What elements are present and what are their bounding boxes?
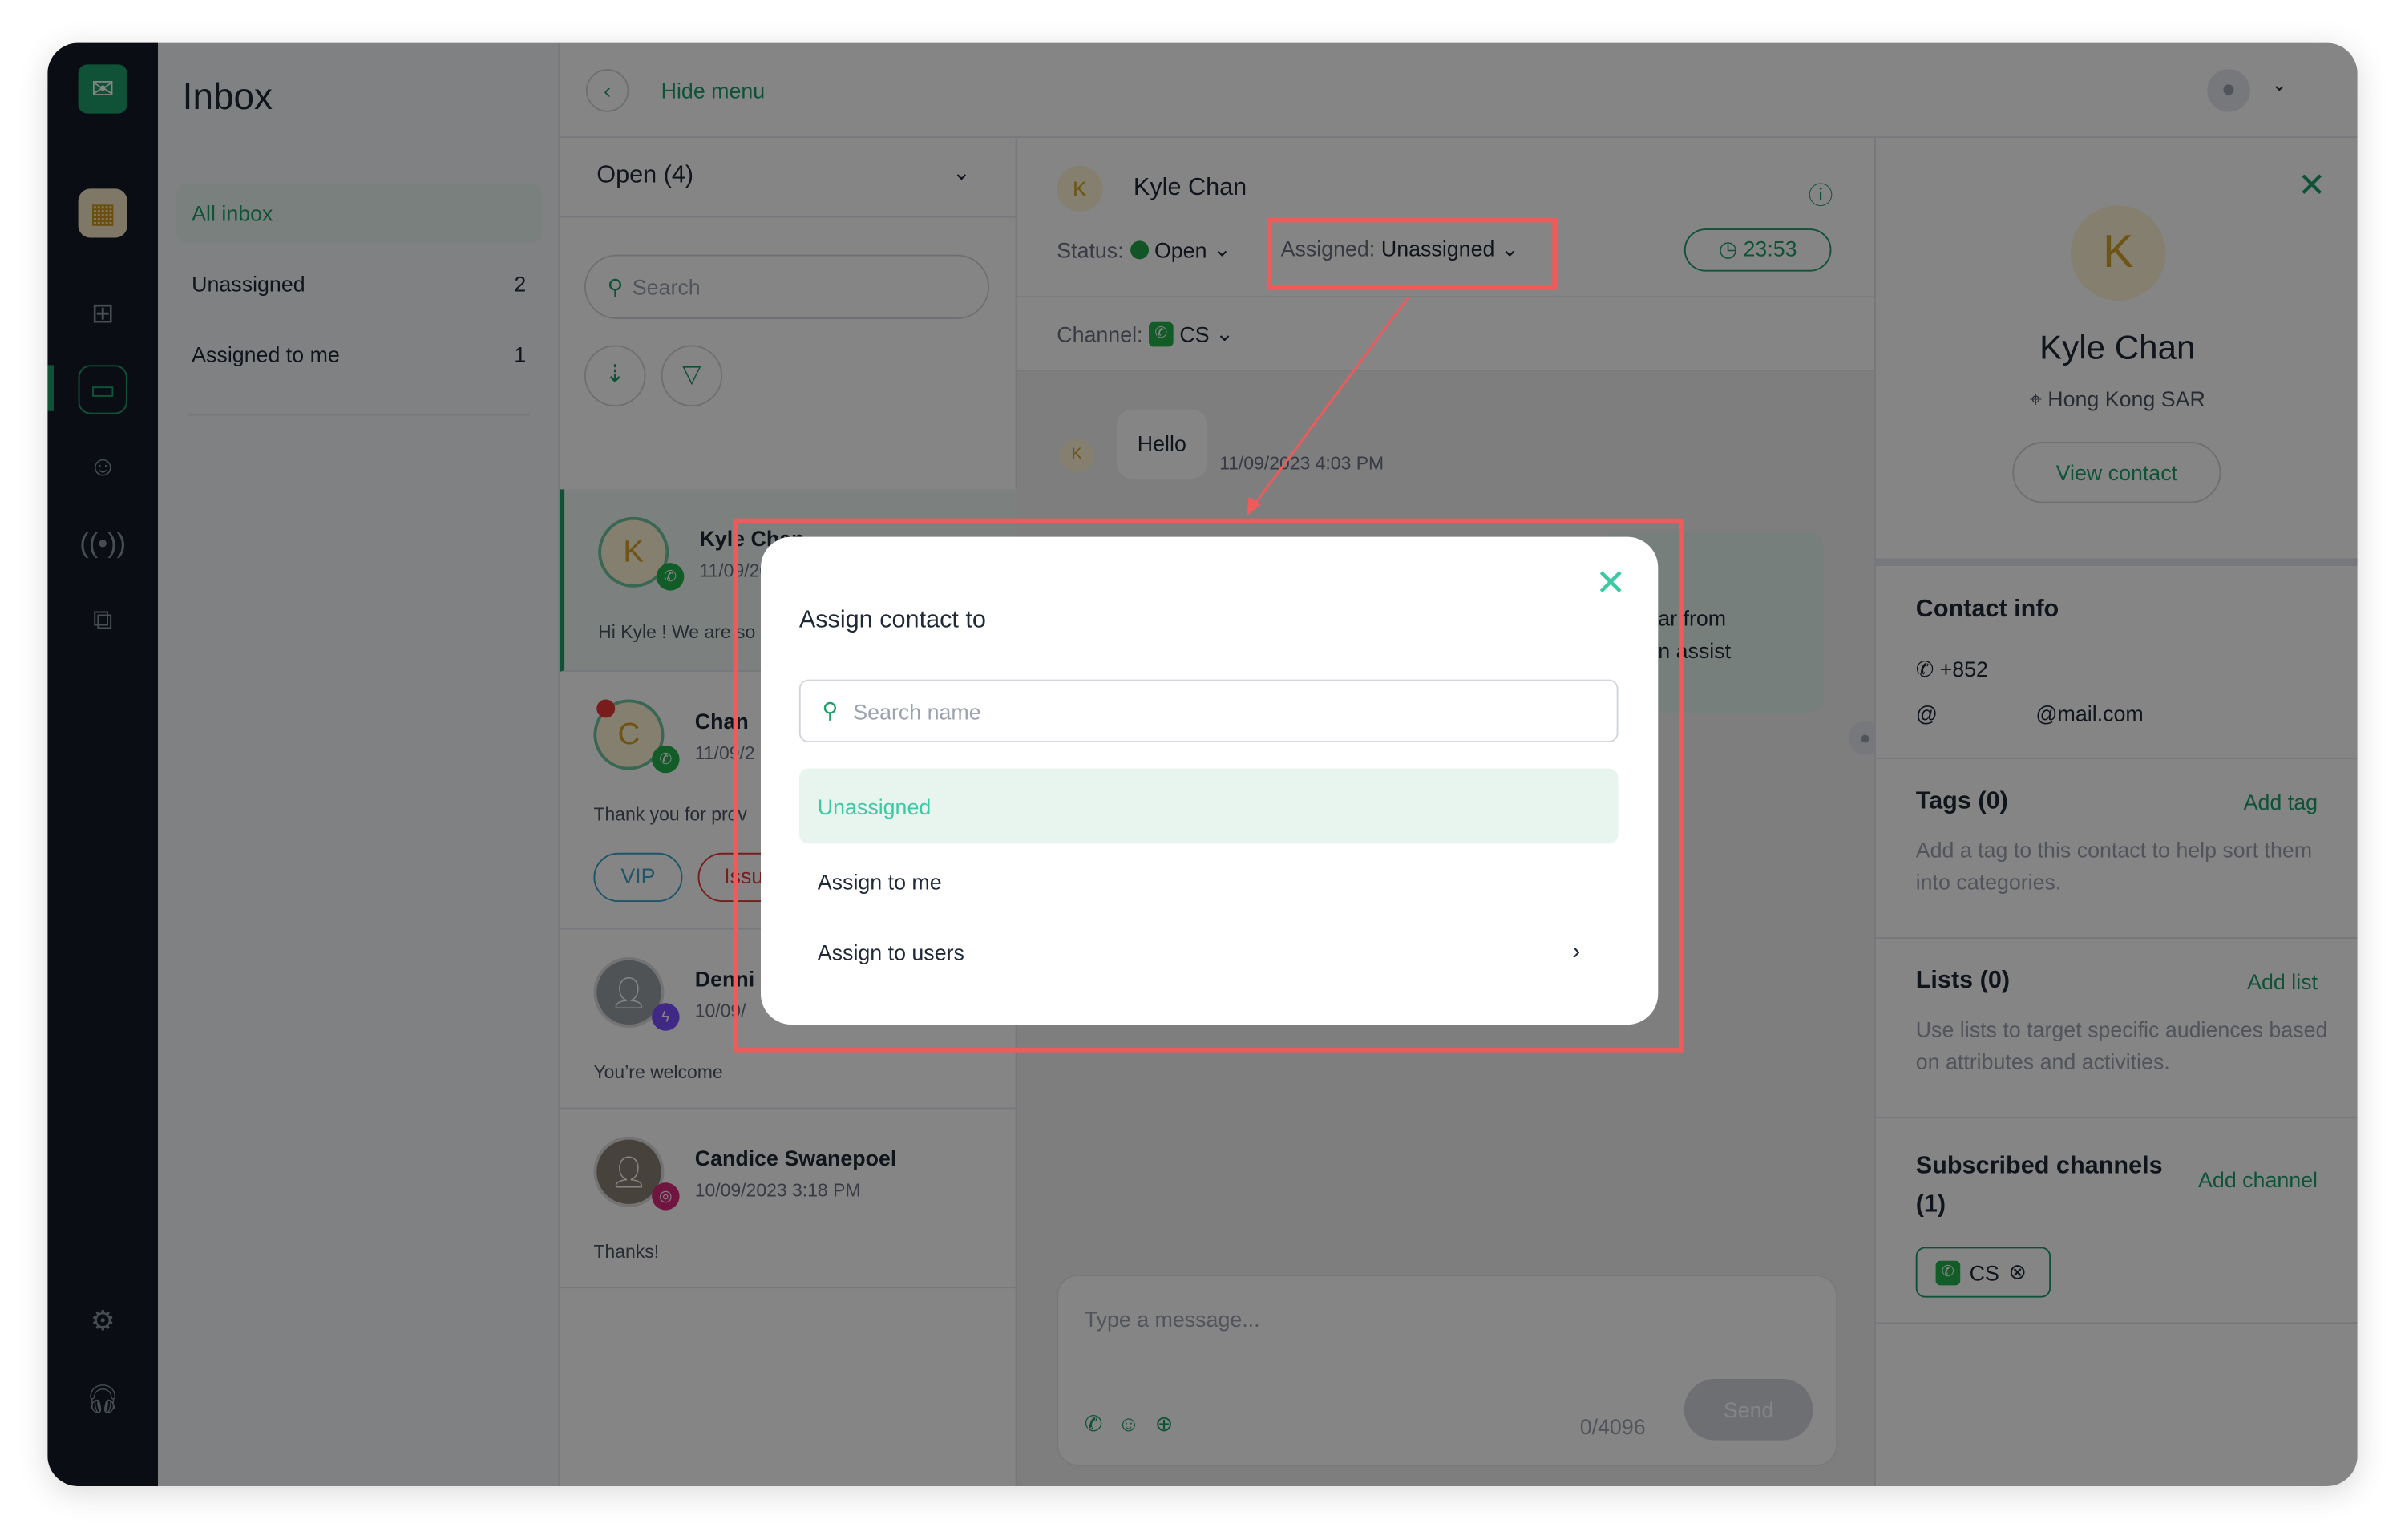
- option-assign-to-users[interactable]: Assign to users ›: [799, 914, 1619, 989]
- search-placeholder: Search name: [853, 698, 981, 724]
- search-icon: ⚲: [822, 697, 839, 723]
- chevron-right-icon: ›: [1572, 937, 1581, 964]
- option-unassigned[interactable]: Unassigned: [798, 768, 1619, 844]
- option-assign-to-me[interactable]: Assign to me: [799, 843, 1619, 919]
- modal-title: Assign contact to: [798, 607, 986, 634]
- arrow-line: [1252, 297, 1409, 507]
- search-name-input[interactable]: ⚲ Search name: [798, 679, 1619, 743]
- close-icon[interactable]: ✕: [1595, 561, 1626, 605]
- assign-contact-modal: ✕ Assign contact to ⚲ Search name Unassig…: [760, 536, 1659, 1025]
- option-label: Assign to users: [817, 939, 964, 964]
